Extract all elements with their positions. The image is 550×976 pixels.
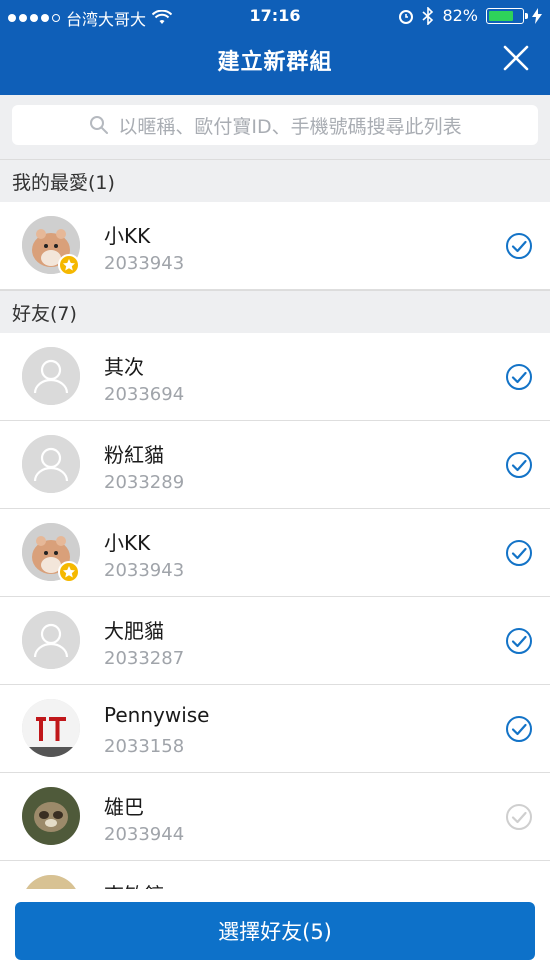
search-icon bbox=[90, 116, 109, 134]
favorite-star-icon bbox=[58, 254, 80, 276]
friend-name: 雄巴 bbox=[104, 795, 144, 819]
friend-row[interactable]: 李敏鎬 bbox=[0, 861, 550, 889]
friend-id: 2033943 bbox=[104, 560, 185, 581]
friend-name: 小KK bbox=[104, 531, 151, 555]
section-header: 我的最愛(1) bbox=[0, 159, 550, 202]
avatar bbox=[22, 347, 80, 405]
friend-row[interactable]: 大肥貓 2033287 bbox=[0, 597, 550, 685]
checked-circle-icon[interactable] bbox=[505, 627, 533, 655]
status-right: 82% bbox=[398, 6, 542, 25]
search-input[interactable]: 以暱稱、歐付寶ID、手機號碼搜尋此列表 bbox=[12, 105, 538, 145]
page-title: 建立新群組 bbox=[217, 50, 333, 75]
avatar bbox=[22, 611, 80, 669]
battery-percent: 82% bbox=[442, 6, 478, 25]
bottom-bar: 選擇好友(5) bbox=[0, 890, 550, 976]
section-header: 好友(7) bbox=[0, 290, 550, 333]
friend-name: 其次 bbox=[104, 355, 144, 379]
friend-id: 2033694 bbox=[104, 384, 185, 405]
search-area: 以暱稱、歐付寶ID、手機號碼搜尋此列表 bbox=[0, 95, 550, 159]
friend-name: 粉紅貓 bbox=[104, 443, 164, 467]
alarm-icon bbox=[399, 9, 414, 24]
checked-circle-icon[interactable] bbox=[505, 232, 533, 260]
friend-id: 2033943 bbox=[104, 253, 185, 274]
friend-row[interactable]: 粉紅貓 2033289 bbox=[0, 421, 550, 509]
battery-icon bbox=[486, 7, 528, 24]
charging-icon bbox=[532, 7, 542, 24]
friend-row[interactable]: Pennywise 2033158 bbox=[0, 685, 550, 773]
favorite-star-icon bbox=[58, 561, 80, 583]
friend-id: 2033287 bbox=[104, 648, 185, 669]
checked-circle-icon[interactable] bbox=[505, 539, 533, 567]
unchecked-circle-icon[interactable] bbox=[505, 803, 533, 831]
friend-name: Pennywise bbox=[104, 703, 210, 727]
avatar bbox=[22, 435, 80, 493]
friend-id: 2033289 bbox=[104, 472, 185, 493]
checked-circle-icon[interactable] bbox=[505, 451, 533, 479]
select-friends-button[interactable]: 選擇好友(5) bbox=[15, 902, 535, 960]
checked-circle-icon[interactable] bbox=[505, 715, 533, 743]
friend-name: 李敏鎬 bbox=[104, 879, 164, 889]
top-bar: 台湾大哥大 17:16 82% 建立新群組 bbox=[0, 0, 550, 95]
friend-list[interactable]: 我的最愛(1) 小KK 2033943 好友(7) 其次 2033694 粉紅貓 203328… bbox=[0, 159, 550, 889]
friend-row[interactable]: 雄巴 2033944 bbox=[0, 773, 550, 861]
friend-row[interactable]: 小KK 2033943 bbox=[0, 202, 550, 290]
friend-row[interactable]: 其次 2033694 bbox=[0, 333, 550, 421]
avatar bbox=[22, 699, 80, 757]
avatar bbox=[22, 875, 80, 889]
search-placeholder: 以暱稱、歐付寶ID、手機號碼搜尋此列表 bbox=[118, 115, 462, 138]
checked-circle-icon[interactable] bbox=[505, 363, 533, 391]
friend-name: 小KK bbox=[104, 224, 151, 248]
avatar bbox=[22, 787, 80, 845]
status-bar: 台湾大哥大 17:16 82% bbox=[0, 0, 550, 32]
friend-name: 大肥貓 bbox=[104, 619, 164, 643]
friend-row[interactable]: 小KK 2033943 bbox=[0, 509, 550, 597]
friend-id: 2033158 bbox=[104, 736, 185, 757]
close-icon[interactable] bbox=[502, 44, 530, 72]
friend-id: 2033944 bbox=[104, 824, 185, 845]
bluetooth-icon bbox=[422, 6, 434, 25]
